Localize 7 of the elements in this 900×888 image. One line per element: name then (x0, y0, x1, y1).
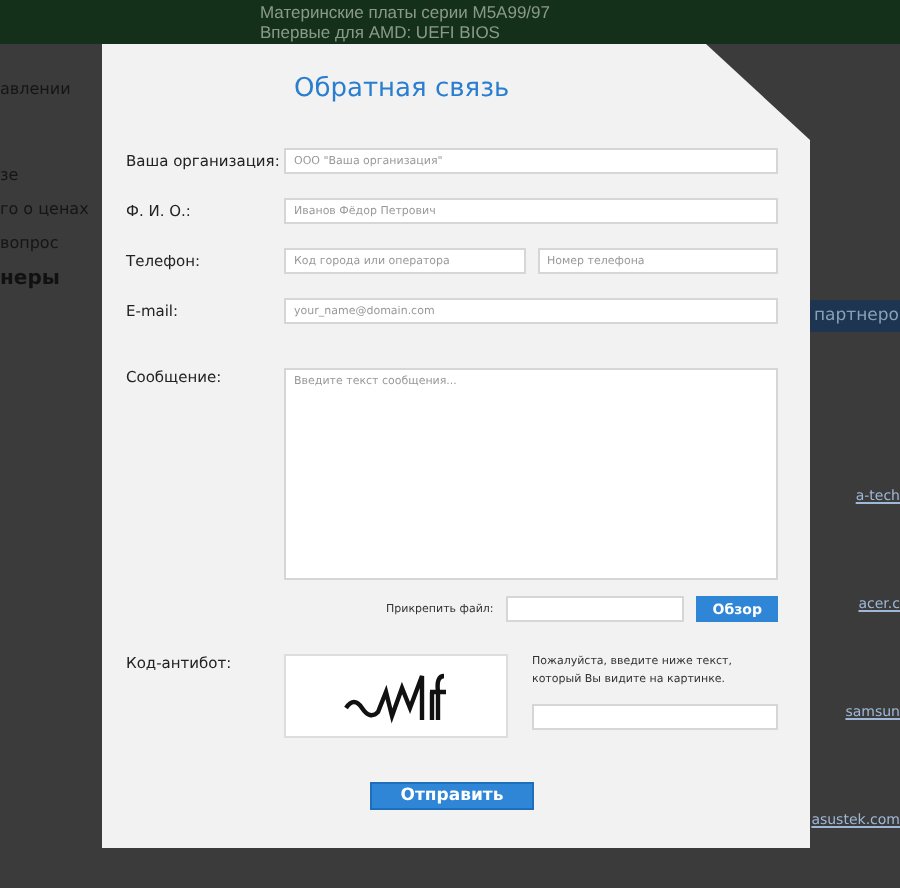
file-field[interactable] (505, 596, 685, 622)
banner-text: Впервые для AMD: UEFI BIOS (260, 22, 502, 42)
partners-heading: партнеро (810, 300, 900, 332)
banner-text: Материнские платы серии M5A99/97 (260, 2, 552, 22)
captcha-field[interactable] (532, 704, 778, 730)
dialog-title: Обратная связь (294, 72, 512, 108)
submit-button[interactable]: Отправить (370, 782, 534, 810)
